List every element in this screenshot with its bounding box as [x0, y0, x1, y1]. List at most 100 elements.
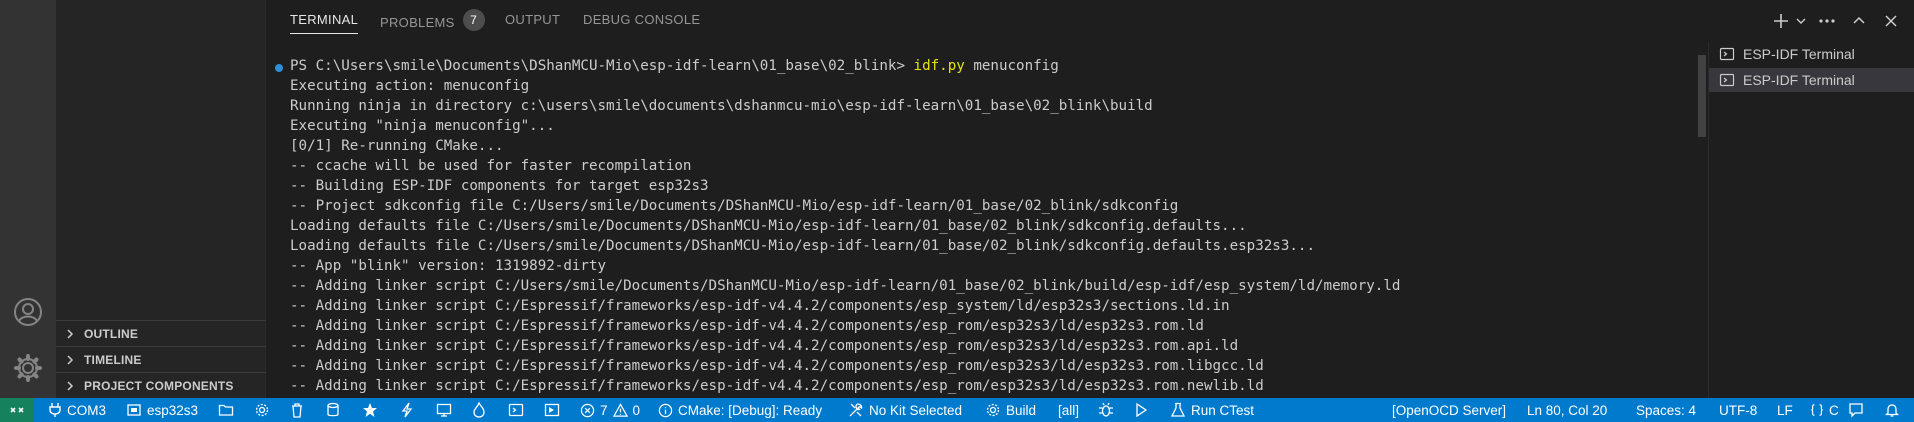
esp-idf-terminal-button[interactable] — [508, 398, 529, 422]
tab-terminal[interactable]: TERMINAL — [290, 12, 359, 34]
terminal-line: -- ccache will be used for faster recomp… — [290, 158, 692, 174]
debug-button[interactable] — [1098, 398, 1119, 422]
terminal-icon — [508, 403, 524, 417]
tab-problems[interactable]: PROBLEMS 7 — [380, 9, 485, 34]
account-icon[interactable] — [12, 296, 44, 328]
full-clean-button[interactable] — [290, 398, 309, 422]
database-icon — [327, 402, 339, 417]
run-ctest-button[interactable]: Run CTest — [1170, 398, 1254, 422]
encoding-selector[interactable]: UTF-8 — [1719, 398, 1757, 422]
openocd-server-status[interactable]: [OpenOCD Server] — [1392, 398, 1506, 422]
kit-label: No Kit Selected — [869, 402, 963, 418]
bottom-panel: TERMINAL PROBLEMS 7 OUTPUT DEBUG CONSOLE — [266, 0, 1914, 398]
new-terminal-button[interactable] — [1770, 10, 1796, 32]
problems-indicator[interactable]: 7 0 — [580, 398, 640, 422]
cmake-status[interactable]: CMake: [Debug]: Ready — [658, 398, 822, 422]
activity-bar — [0, 0, 56, 398]
cursor-position[interactable]: Ln 80, Col 20 — [1527, 398, 1607, 422]
ctest-label: Run CTest — [1191, 402, 1255, 418]
sidebar-section-label: TIMELINE — [84, 352, 142, 367]
cursor-position-label: Ln 80, Col 20 — [1527, 402, 1608, 418]
braces-icon — [1811, 404, 1823, 416]
build-target-selector[interactable]: [all] — [1058, 398, 1079, 422]
run-button[interactable] — [1134, 398, 1153, 422]
settings-gear-icon[interactable] — [12, 352, 44, 384]
terminal-tabs-list: ESP-IDF Terminal ESP-IDF Terminal — [1708, 42, 1914, 398]
close-panel-button[interactable] — [1878, 10, 1904, 32]
terminal-line: Loading defaults file C:/Users/smile/Doc… — [290, 218, 1247, 234]
tab-label: DEBUG CONSOLE — [583, 12, 701, 27]
terminal-prompt-line: PS C:\Users\smile\Documents\DShanMCU-Mio… — [290, 56, 1059, 76]
language-mode-selector[interactable]: C — [1810, 398, 1839, 422]
sidebar-section-timeline[interactable]: TIMELINE — [56, 346, 266, 372]
terminal-line: Running ninja in directory c:\users\smil… — [290, 98, 1153, 114]
play-icon — [1136, 402, 1148, 418]
sidebar-section-label: PROJECT COMPONENTS — [84, 378, 234, 393]
open-project-button[interactable] — [218, 398, 239, 422]
gear-icon — [986, 403, 1000, 417]
maximize-panel-button[interactable] — [1846, 10, 1872, 32]
target-label: esp32s3 — [147, 402, 199, 418]
info-icon — [658, 403, 673, 417]
tab-label: TERMINAL — [290, 12, 359, 27]
terminal-icon — [1719, 47, 1735, 61]
terminal-instance-label: ESP-IDF Terminal — [1743, 46, 1855, 62]
tools-icon — [849, 403, 863, 417]
launch-profile-button[interactable] — [1794, 10, 1808, 32]
tab-label: PROBLEMS — [380, 15, 455, 30]
tab-debug-console[interactable]: DEBUG CONSOLE — [583, 12, 700, 34]
build-star-button[interactable] — [362, 398, 383, 422]
remote-indicator[interactable] — [0, 398, 34, 422]
terminal-instance-item[interactable]: ESP-IDF Terminal — [1709, 42, 1914, 66]
terminal-output[interactable]: PS C:\Users\smile\Documents\DShanMCU-Mio… — [266, 48, 1700, 398]
terminal-prompt: PS C:\Users\smile\Documents\DShanMCU-Mio… — [290, 58, 914, 74]
build-target-label: [all] — [1058, 402, 1080, 418]
port-selector[interactable]: COM3 — [48, 398, 106, 422]
chevron-right-icon — [67, 354, 74, 365]
eol-selector[interactable]: LF — [1777, 398, 1793, 422]
sidebar-section-label: OUTLINE — [84, 326, 139, 341]
more-actions-button[interactable] — [1814, 10, 1840, 32]
run-task-icon — [544, 403, 560, 417]
erase-flash-button[interactable] — [326, 398, 345, 422]
sdkconfig-editor-button[interactable] — [254, 398, 275, 422]
terminal-instance-item[interactable]: ESP-IDF Terminal — [1709, 68, 1914, 92]
terminal-line: -- Adding linker script C:/Espressif/fra… — [290, 378, 1264, 394]
bell-icon — [1884, 404, 1900, 417]
beaker-icon — [1170, 402, 1186, 417]
terminal-instance-label: ESP-IDF Terminal — [1743, 72, 1855, 88]
flash-button[interactable] — [400, 398, 419, 422]
cmake-build-button[interactable]: Build — [985, 398, 1036, 422]
execute-custom-task-button[interactable] — [544, 398, 565, 422]
remote-icon — [10, 407, 24, 413]
warning-count: 0 — [632, 402, 641, 418]
sidebar-section-project-components[interactable]: PROJECT COMPONENTS — [56, 372, 266, 398]
build-flash-monitor-button[interactable] — [472, 398, 491, 422]
indentation-label: Spaces: 4 — [1636, 402, 1697, 418]
monitor-button[interactable] — [436, 398, 457, 422]
error-icon — [580, 403, 595, 417]
terminal-line: Loading defaults file C:/Users/smile/Doc… — [290, 238, 1315, 254]
tab-output[interactable]: OUTPUT — [505, 12, 560, 34]
sidebar-section-outline[interactable]: OUTLINE — [56, 320, 266, 346]
live-share-feedback-button[interactable] — [1848, 398, 1869, 422]
terminal-scrollbar-thumb[interactable] — [1698, 55, 1706, 137]
terminal-icon — [1719, 73, 1735, 87]
indentation-selector[interactable]: Spaces: 4 — [1636, 398, 1696, 422]
gear-icon — [255, 403, 269, 417]
terminal-line: Executing action: menuconfig — [290, 78, 530, 94]
chevron-up-icon — [1853, 16, 1865, 24]
star-icon — [363, 403, 377, 417]
target-selector[interactable]: esp32s3 — [126, 398, 198, 422]
vscode-window: OUTLINE TIMELINE PROJECT COMPONENTS TERM… — [0, 0, 1914, 422]
chip-icon — [127, 404, 141, 416]
plus-icon — [1774, 14, 1788, 28]
kit-selector[interactable]: No Kit Selected — [848, 398, 962, 422]
error-count: 7 — [600, 402, 608, 418]
problems-count-badge: 7 — [462, 9, 485, 31]
warning-icon — [612, 402, 628, 417]
monitor-icon — [436, 403, 452, 417]
language-label: C — [1829, 402, 1839, 418]
notifications-button[interactable] — [1884, 398, 1905, 422]
terminal-line: -- Adding linker script C:/Espressif/fra… — [290, 318, 1204, 334]
